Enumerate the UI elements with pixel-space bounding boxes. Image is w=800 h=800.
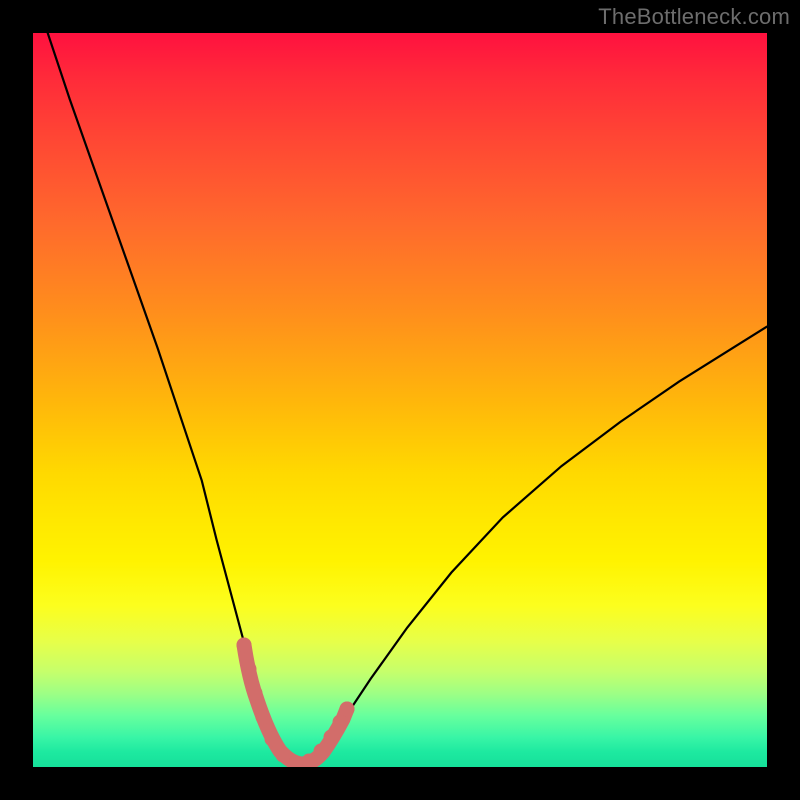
bottleneck-curve-line: [48, 33, 767, 763]
chart-frame: TheBottleneck.com: [0, 0, 800, 800]
watermark-text: TheBottleneck.com: [598, 4, 790, 30]
plot-area: [33, 33, 767, 767]
curve-svg: [33, 33, 767, 767]
highlight-u-stroke: [244, 645, 347, 764]
